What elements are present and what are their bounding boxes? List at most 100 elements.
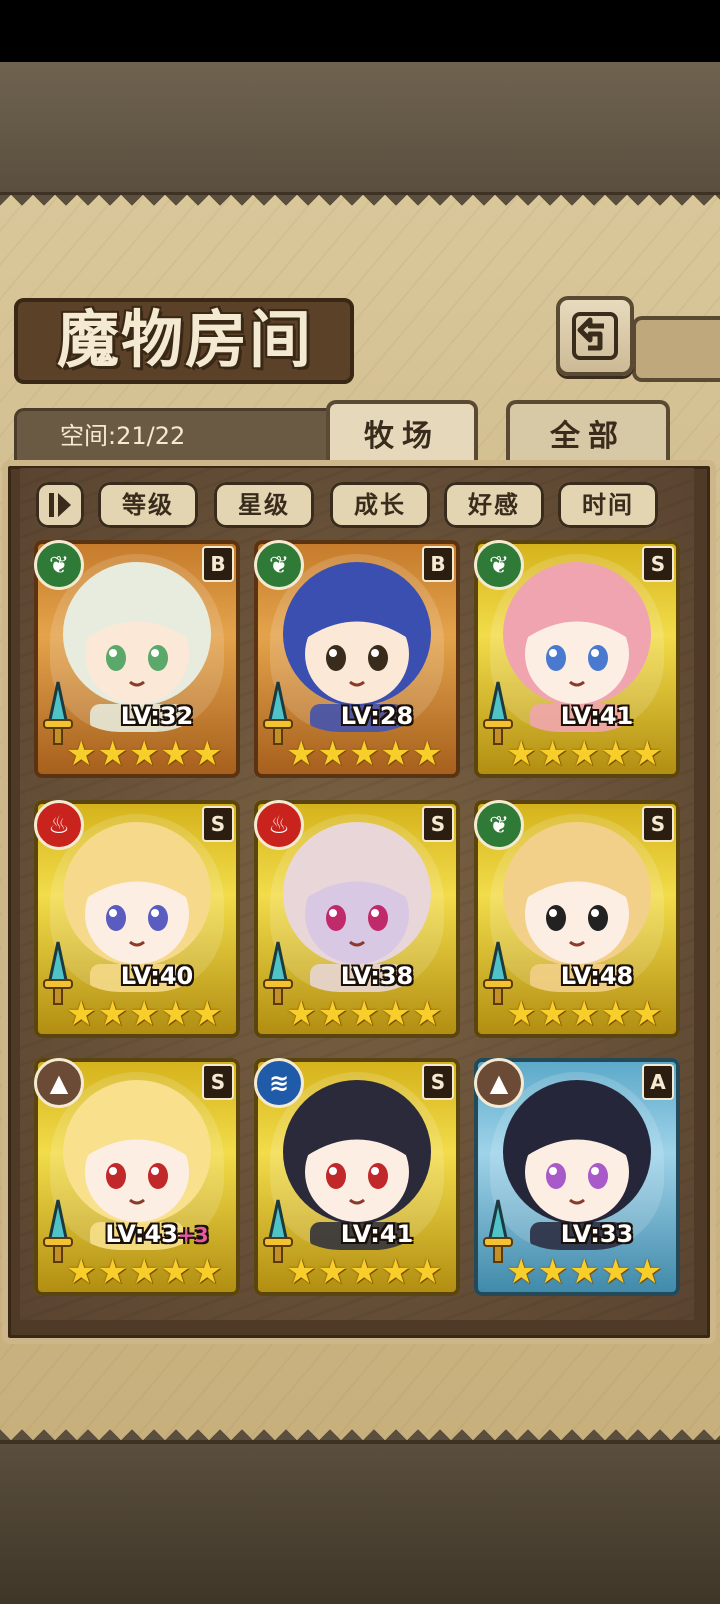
star-icon: ★ [411, 994, 443, 1034]
filter-time-button[interactable]: 时间 [558, 482, 658, 528]
leaf-icon: ❦ [474, 800, 524, 850]
torn-edge-bottom [0, 1418, 720, 1440]
grade-badge: S [202, 806, 234, 842]
star-icon: ★ [160, 994, 191, 1034]
filter-affection-button[interactable]: 好感 [444, 482, 544, 528]
star-icon: ★ [380, 994, 411, 1034]
star-icon: ★ [506, 1252, 537, 1292]
space-counter: 空间:21/22 [60, 422, 186, 450]
star-icon: ★ [506, 994, 537, 1034]
star-icon: ★ [97, 994, 128, 1034]
monster-level-text: LV:41 [340, 1220, 414, 1248]
star-rating: ★ ★ ★ ★ ★ [506, 1254, 666, 1290]
monster-level: LV:32 [92, 702, 222, 730]
monster-card[interactable]: ❦ S LV:48 ★ ★ ★ ★ ★ [474, 800, 680, 1038]
star-rating: ★ ★ ★ ★ ★ [286, 1254, 446, 1290]
filter-star-button[interactable]: 星级 [214, 482, 314, 528]
monster-level-text: LV:43 [105, 1220, 178, 1248]
grade-badge: S [422, 1064, 454, 1100]
star-icon: ★ [600, 994, 631, 1034]
star-icon: ★ [506, 734, 537, 774]
star-rating: ★ ★ ★ ★ ★ [66, 736, 226, 772]
star-icon: ★ [191, 1252, 223, 1292]
star-icon: ★ [317, 994, 348, 1034]
star-icon: ★ [380, 734, 411, 774]
star-rating: ★ ★ ★ ★ ★ [506, 736, 666, 772]
monster-level-text: LV:41 [560, 702, 634, 730]
grade-badge: S [642, 546, 674, 582]
star-icon: ★ [286, 1252, 317, 1292]
star-icon: ★ [191, 994, 223, 1034]
star-icon: ★ [537, 1252, 568, 1292]
monster-level-text: LV:33 [560, 1220, 634, 1248]
star-rating: ★ ★ ★ ★ ★ [286, 996, 446, 1032]
monster-card[interactable]: ♨ S LV:40 ★ ★ ★ ★ ★ [34, 800, 240, 1038]
grade-badge: B [422, 546, 454, 582]
wave-icon: ≋ [254, 1058, 304, 1108]
star-icon: ★ [411, 734, 443, 774]
star-icon: ★ [631, 1252, 663, 1292]
star-icon: ★ [537, 994, 568, 1034]
monster-level: LV:33 [532, 1220, 662, 1248]
star-icon: ★ [348, 734, 380, 774]
monster-level-text: LV:28 [340, 702, 414, 730]
top-map-band [0, 62, 720, 196]
star-icon: ★ [317, 1252, 348, 1292]
star-rating: ★ ★ ★ ★ ★ [66, 1254, 226, 1290]
return-arrow-icon [572, 312, 618, 360]
monster-level: LV:41 [532, 702, 662, 730]
grade-badge: A [642, 1064, 674, 1100]
tab-ranch[interactable]: 牧场 [326, 400, 478, 468]
star-icon: ★ [380, 1252, 411, 1292]
filter-level-button[interactable]: 等级 [98, 482, 198, 528]
monster-card[interactable]: ≋ S LV:41 ★ ★ ★ ★ ★ [254, 1058, 460, 1296]
level-bonus: +3 [177, 1223, 209, 1247]
bottom-map-band [0, 1440, 720, 1604]
star-icon: ★ [317, 734, 348, 774]
leaf-icon: ❦ [474, 540, 524, 590]
monster-card[interactable]: ❦ B LV:32 ★ ★ ★ ★ ★ [34, 540, 240, 778]
star-icon: ★ [348, 1252, 380, 1292]
star-icon: ★ [286, 734, 317, 774]
star-icon: ★ [128, 734, 160, 774]
star-rating: ★ ★ ★ ★ ★ [506, 996, 666, 1032]
sort-order-icon [49, 493, 71, 517]
grade-badge: S [422, 806, 454, 842]
star-icon: ★ [568, 994, 600, 1034]
back-button-frame [632, 316, 720, 382]
star-icon: ★ [631, 734, 663, 774]
star-icon: ★ [286, 994, 317, 1034]
monster-card[interactable]: ❦ S LV:41 ★ ★ ★ ★ ★ [474, 540, 680, 778]
monster-level-text: LV:48 [560, 962, 634, 990]
monster-card[interactable]: ❦ B LV:28 ★ ★ ★ ★ ★ [254, 540, 460, 778]
monster-level: LV:28 [312, 702, 442, 730]
grade-badge: S [202, 1064, 234, 1100]
grade-badge: B [202, 546, 234, 582]
monster-card[interactable]: ▲ S LV:43+3 ★ ★ ★ ★ ★ [34, 1058, 240, 1296]
star-icon: ★ [411, 1252, 443, 1292]
star-icon: ★ [600, 734, 631, 774]
grade-badge: S [642, 806, 674, 842]
monster-card[interactable]: ♨ S LV:38 ★ ★ ★ ★ ★ [254, 800, 460, 1038]
leaf-icon: ❦ [34, 540, 84, 590]
monster-card[interactable]: ▲ A LV:33 ★ ★ ★ ★ ★ [474, 1058, 680, 1296]
star-icon: ★ [97, 734, 128, 774]
star-icon: ★ [537, 734, 568, 774]
star-icon: ★ [191, 734, 223, 774]
filter-growth-button[interactable]: 成长 [330, 482, 430, 528]
torn-edge-top [0, 195, 720, 217]
monster-level-text: LV:40 [120, 962, 194, 990]
sort-order-button[interactable] [36, 482, 84, 528]
star-icon: ★ [128, 1252, 160, 1292]
mountain-icon: ▲ [474, 1058, 524, 1108]
star-icon: ★ [348, 994, 380, 1034]
mountain-icon: ▲ [34, 1058, 84, 1108]
monster-level: LV:43+3 [92, 1220, 222, 1248]
status-bar [0, 0, 720, 62]
monster-level: LV:40 [92, 962, 222, 990]
monster-level-text: LV:38 [340, 962, 414, 990]
tab-all[interactable]: 全部 [506, 400, 670, 468]
back-button[interactable] [556, 296, 634, 376]
monster-level: LV:41 [312, 1220, 442, 1248]
flame-icon: ♨ [34, 800, 84, 850]
